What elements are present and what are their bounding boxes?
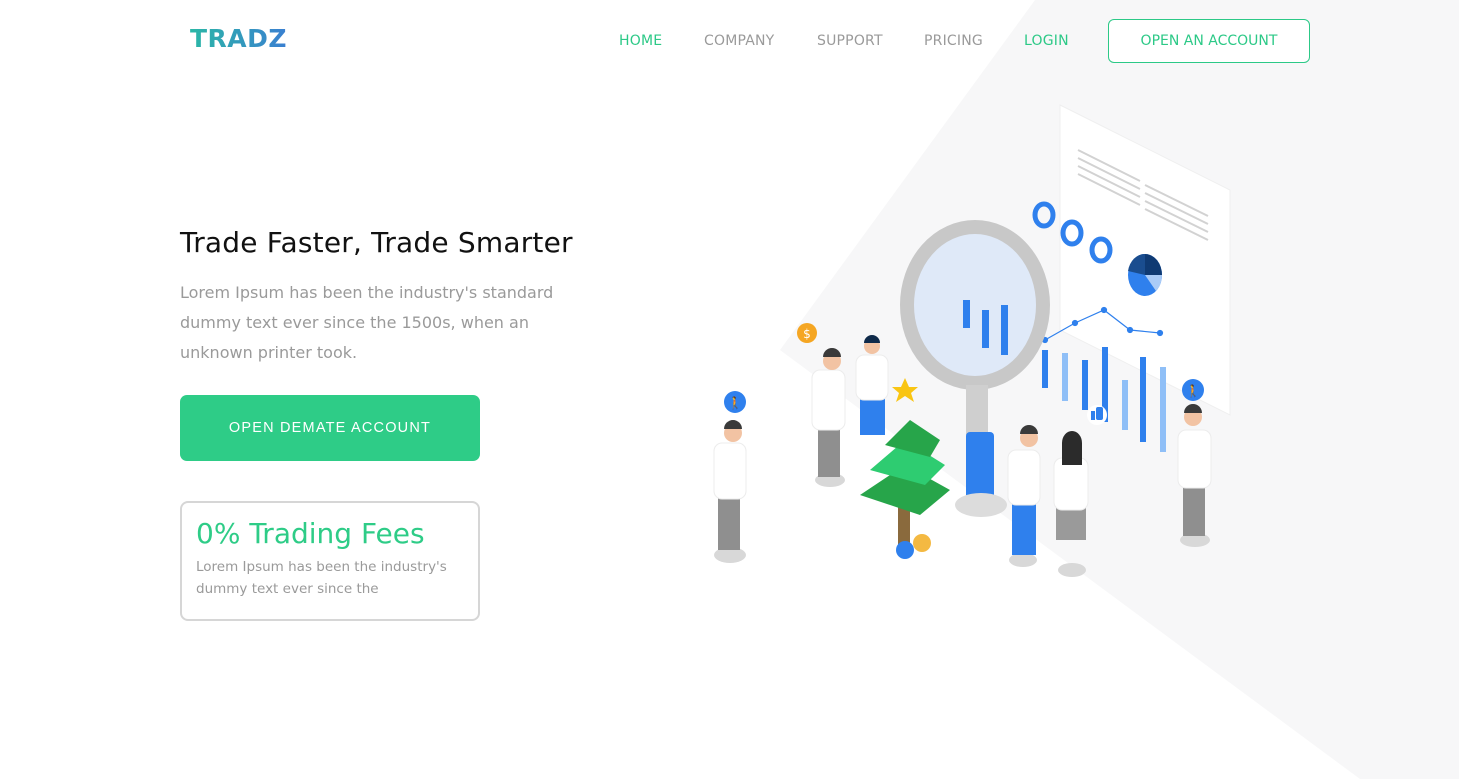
hero-description: Lorem Ipsum has been the industry's stan…	[180, 283, 554, 362]
person-left	[713, 420, 747, 563]
walking-person-icon-right: 🚶	[1182, 379, 1204, 401]
brand-logo[interactable]: TRADZ	[190, 24, 287, 53]
nav-support[interactable]: SUPPORT	[817, 33, 883, 49]
hero-title: Trade Faster, Trade Smarter	[180, 226, 573, 259]
open-demate-account-button[interactable]: OPEN DEMATE ACCOUNT	[180, 395, 480, 461]
nav-pricing[interactable]: PRICING	[924, 33, 983, 49]
star-icon	[892, 378, 918, 402]
svg-text:$: $	[803, 327, 811, 341]
landing-page: TRADZ HOME COMPANY SUPPORT PRICING LOGIN…	[0, 0, 1459, 779]
thumbs-up-icon	[1087, 405, 1107, 425]
nav-login[interactable]: LOGIN	[1024, 33, 1069, 49]
person-group-back	[811, 335, 889, 487]
person-group-front	[1007, 425, 1089, 577]
fee-card-text: Lorem Ipsum has been the industry's dumm…	[196, 559, 447, 597]
svg-text:🚶: 🚶	[728, 396, 743, 410]
nav-company[interactable]: COMPANY	[704, 33, 774, 49]
hero-illustration: $ 🚶 🚶	[713, 104, 1231, 577]
top-navigation: TRADZ HOME COMPANY SUPPORT PRICING LOGIN…	[0, 0, 1459, 80]
open-account-button[interactable]: OPEN AN ACCOUNT	[1108, 19, 1310, 63]
trading-fees-card: 0% Trading Fees Lorem Ipsum has been the…	[180, 501, 480, 621]
pie-chart-icon	[1128, 253, 1162, 296]
fee-card-title: 0% Trading Fees	[196, 517, 425, 550]
walking-person-icon: 🚶	[724, 391, 746, 413]
person-right	[1177, 404, 1212, 547]
dollar-coin-icon: $	[797, 323, 817, 343]
nav-home[interactable]: HOME	[619, 33, 662, 49]
svg-text:🚶: 🚶	[1186, 384, 1201, 398]
tree-icon	[860, 420, 950, 559]
